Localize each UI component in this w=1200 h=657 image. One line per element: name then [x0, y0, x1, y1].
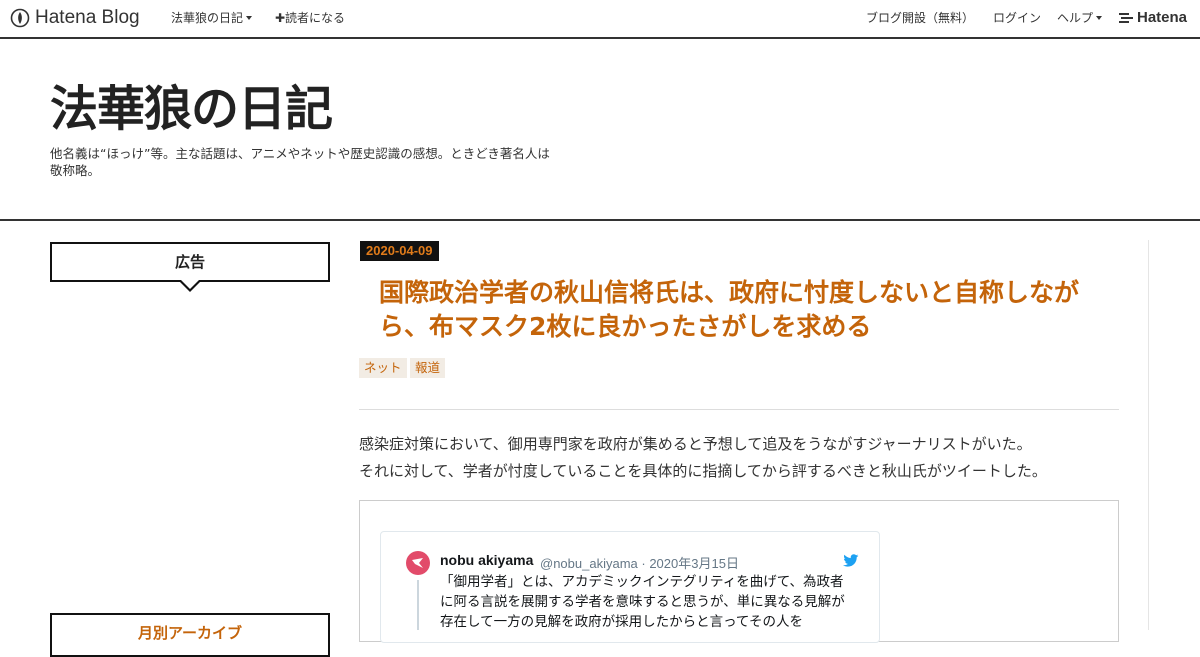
blog-menu-label: 法華狼の日記 [171, 11, 244, 25]
logo-text: Hatena Blog [35, 7, 140, 28]
thread-line [417, 580, 419, 630]
twitter-bird-icon[interactable] [843, 553, 859, 572]
hatena-logo-text: Hatena [1137, 9, 1188, 26]
open-blog-link[interactable]: ブログ開設（無料） [866, 11, 974, 25]
blog-title[interactable]: 法華狼の日記 [50, 79, 333, 139]
blog-title-area: 法華狼の日記 他名義は“ほっけ”等。主な話題は、アニメやネットや歴史認識の感想。… [0, 39, 1200, 221]
avatar[interactable] [406, 551, 430, 575]
sidebar-ad-title: 広告 [174, 253, 205, 271]
help-dropdown[interactable]: ヘルプ [1057, 11, 1103, 25]
entry-paragraph: それに対して、学者が忖度していることを具体的に指摘してから評するべきと秋山氏がツ… [359, 462, 1047, 480]
hatena-blog-logo[interactable]: Hatena Blog [10, 7, 140, 29]
divider [359, 409, 1119, 410]
blog-description: 他名義は“ほっけ”等。主な話題は、アニメやネットや歴史認識の感想。ときどき著名人… [50, 146, 550, 178]
hatena-stripes-icon [1119, 12, 1133, 23]
sidebar-archive-module: 月別アーカイブ [50, 613, 330, 657]
tweet-author-name[interactable]: nobu akiyama [440, 552, 533, 568]
login-link[interactable]: ログイン [993, 11, 1041, 25]
main-column-border [1148, 240, 1149, 630]
help-label: ヘルプ [1057, 11, 1094, 25]
sidebar-archive-title[interactable]: 月別アーカイブ [52, 615, 328, 651]
tweet-date[interactable]: · 2020年3月15日 [641, 556, 739, 571]
category-tag[interactable]: 報道 [410, 358, 446, 378]
avatar-glyph-icon [412, 558, 423, 568]
entry-paragraph: 感染症対策において、御用専門家を政府が集めると予想して追及をうながすジャーナリス… [359, 435, 1032, 453]
sidebar-ad-module: 広告 [50, 242, 330, 282]
category-tag[interactable]: ネット [359, 358, 407, 378]
hatena-blog-icon [10, 8, 30, 28]
subscribe-button[interactable]: ✚読者になる [275, 11, 345, 25]
entry-title[interactable]: 国際政治学者の秋山信将氏は、政府に忖度しないと自称しながら、布マスク2枚に良かっ… [379, 276, 1124, 344]
tweet-handle[interactable]: @nobu_akiyama [540, 556, 638, 571]
sidebar-arrow-inner [181, 280, 199, 289]
chevron-down-icon [246, 16, 253, 20]
hatena-logo[interactable]: Hatena [1119, 9, 1187, 26]
tweet-meta: @nobu_akiyama · 2020年3月15日 [540, 553, 739, 572]
blog-menu-dropdown[interactable]: 法華狼の日記 [171, 11, 253, 25]
entry-date[interactable]: 2020-04-09 [360, 241, 439, 261]
global-header: Hatena Blog 法華狼の日記 ✚読者になる ブログ開設（無料） ログイン… [0, 0, 1200, 39]
tweet-text: 「御用学者」とは、アカデミックインテグリティを曲げて、為政者に阿る言説を展開する… [440, 574, 845, 630]
chevron-down-icon [1096, 16, 1103, 20]
